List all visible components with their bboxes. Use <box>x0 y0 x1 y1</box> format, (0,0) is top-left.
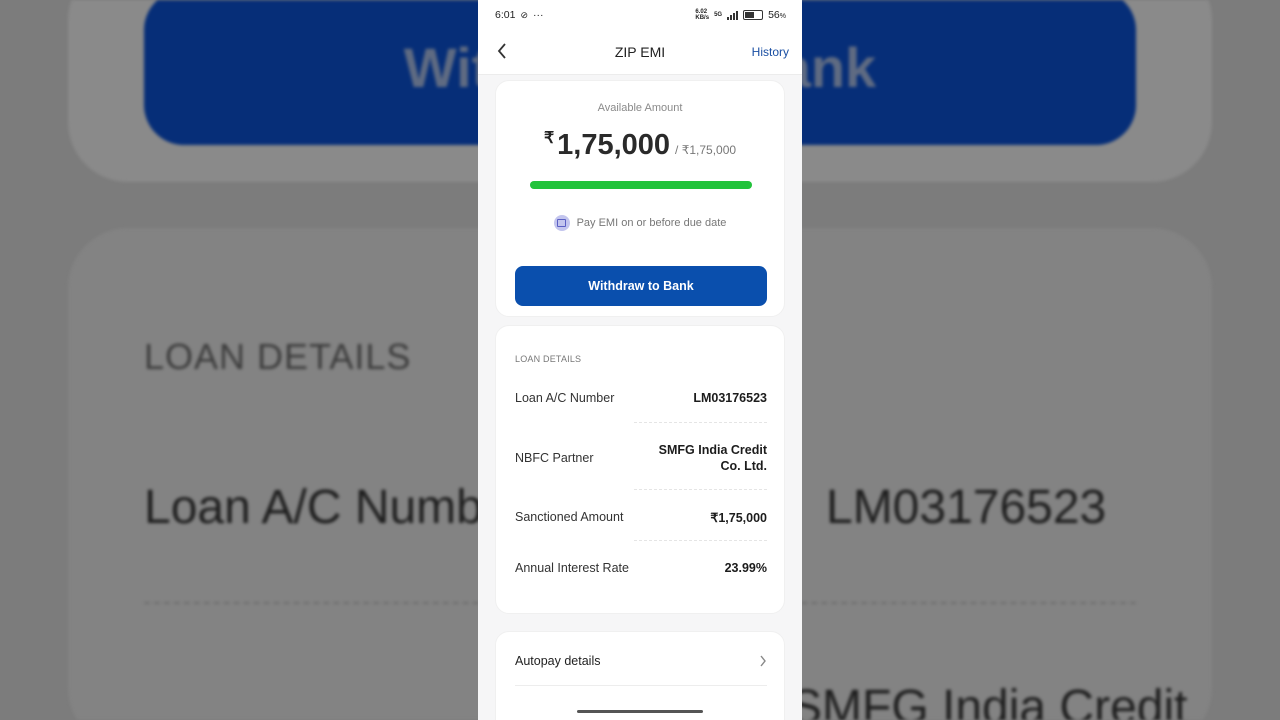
row-label: Annual Interest Rate <box>515 561 629 575</box>
row-value: ₹1,75,000 <box>710 510 767 525</box>
net-speed-unit: KB/s <box>695 15 710 21</box>
loan-account-row: Loan A/C Number LM03176523 <box>515 389 767 407</box>
row-label: Loan A/C Number <box>515 391 615 405</box>
page-title: ZIP EMI <box>614 44 666 60</box>
battery-percent: 56 <box>768 9 780 21</box>
row-value: SMFG India Credit Co. Ltd. <box>658 443 767 473</box>
available-amount-label: Available Amount <box>597 102 683 114</box>
notification-icon: ⊘ <box>520 9 528 20</box>
battery-level: 56% <box>768 9 786 21</box>
divider <box>634 489 767 490</box>
calendar-icon <box>553 215 570 231</box>
more-notifications-icon: ··· <box>532 9 544 21</box>
chevron-right-icon <box>760 655 766 667</box>
currency-symbol: ₹ <box>543 130 555 147</box>
chevron-left-icon <box>497 43 506 59</box>
battery-icon <box>743 10 764 20</box>
net-speed: 6.02 KB/s <box>695 9 709 21</box>
interest-rate-row: Annual Interest Rate 23.99% <box>515 559 767 577</box>
amount-row: ₹ 1,75,000 / ₹1,75,000 <box>496 129 784 162</box>
autopay-details-item[interactable]: Autopay details <box>515 652 767 670</box>
bg-loan-label: Loan A/C Number <box>144 481 526 534</box>
available-amount-card: Available Amount ₹ 1,75,000 / ₹1,75,000 … <box>495 80 785 317</box>
total-limit: / ₹1,75,000 <box>675 143 737 157</box>
back-button[interactable] <box>496 42 508 66</box>
battery-unit: % <box>779 13 786 20</box>
bg-nbfc-value: SMFG India Credit <box>790 681 1188 720</box>
home-indicator[interactable] <box>577 710 703 713</box>
withdraw-to-bank-button[interactable]: Withdraw to Bank <box>515 266 767 306</box>
row-label: NBFC Partner <box>515 451 594 465</box>
row-value: 23.99% <box>724 561 767 575</box>
autopay-label: Autopay details <box>515 654 601 668</box>
status-bar: 6:01 ⊘ ··· 6.02 KB/s 5G 56% <box>478 0 802 30</box>
bg-heading: LOAN DETAILS <box>144 336 412 377</box>
progress-fill <box>530 181 752 189</box>
divider <box>634 422 767 423</box>
app-bar: ZIP EMI History <box>478 30 802 75</box>
signal-icon <box>727 10 739 20</box>
row-label: Sanctioned Amount <box>515 510 624 524</box>
nbfc-partner-row: NBFC Partner SMFG India Credit Co. Ltd. <box>515 441 767 475</box>
clock: 6:01 <box>495 9 516 21</box>
autopay-card: Autopay details <box>495 631 785 720</box>
network-type: 5G <box>714 12 723 18</box>
due-date-text: Pay EMI on or before due date <box>576 217 727 229</box>
limit-progress-bar <box>530 181 752 189</box>
row-value: LM03176523 <box>693 391 767 405</box>
loan-details-heading: LOAN DETAILS <box>515 354 582 364</box>
sanctioned-amount-row: Sanctioned Amount ₹1,75,000 <box>515 508 767 526</box>
loan-details-card: LOAN DETAILS Loan A/C Number LM03176523 … <box>495 325 785 614</box>
phone-screen: 6:01 ⊘ ··· 6.02 KB/s 5G 56% ZIP EMI Hist… <box>478 0 802 720</box>
available-amount: 1,75,000 <box>557 129 671 161</box>
history-link[interactable]: History <box>752 45 789 59</box>
due-date-note: Pay EMI on or before due date <box>496 215 784 231</box>
divider <box>515 685 767 686</box>
bg-loan-value: LM03176523 <box>826 481 1107 534</box>
divider <box>634 540 767 541</box>
